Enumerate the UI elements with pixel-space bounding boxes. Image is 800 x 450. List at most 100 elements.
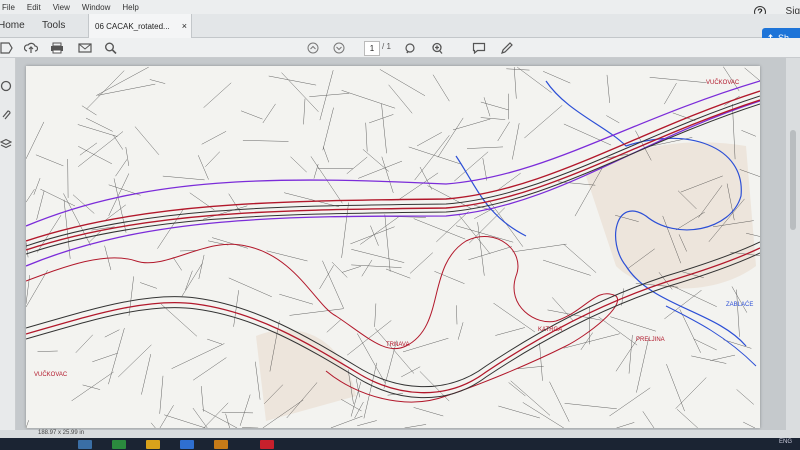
scrollbar-thumb[interactable] — [790, 130, 796, 230]
taskbar-app-icon[interactable] — [78, 440, 92, 449]
parcel-boundary — [113, 178, 127, 233]
search-icon[interactable] — [104, 42, 118, 54]
parcel-boundary — [201, 131, 227, 145]
parcel-boundary — [457, 322, 464, 340]
parcel-boundary — [346, 156, 368, 174]
taskbar-app-icon[interactable] — [112, 440, 126, 449]
menu-file[interactable]: File — [2, 3, 15, 12]
pen-icon[interactable] — [500, 42, 514, 54]
parcel-boundary — [723, 339, 752, 349]
taskbar-app-icon[interactable] — [214, 440, 228, 449]
bookmark-icon[interactable] — [0, 42, 14, 54]
parcel-boundary — [456, 305, 458, 325]
parcel-boundary — [233, 290, 239, 327]
parcel-boundary — [549, 381, 570, 422]
page-thumbnails-icon[interactable] — [0, 80, 12, 92]
upload-icon[interactable] — [24, 42, 38, 54]
document-page[interactable]: VUČKOVAC VUČKOVAC TRNAVA KATRGA PRELJINA… — [26, 66, 760, 428]
parcel-boundary — [347, 320, 392, 356]
tab-home[interactable]: Home — [0, 20, 25, 31]
parcel-boundary — [203, 402, 229, 428]
parcel-boundary — [319, 70, 334, 121]
parcel-boundary — [636, 337, 649, 393]
parcel-boundary — [134, 126, 160, 155]
parcel-boundary — [401, 366, 421, 378]
parcel-boundary — [642, 411, 655, 428]
parcel-boundary — [128, 276, 134, 316]
email-icon[interactable] — [78, 42, 92, 54]
parcel-boundary — [609, 387, 651, 417]
parcel-boundary — [362, 149, 389, 172]
parcel-boundary — [434, 271, 465, 284]
parcel-boundary — [564, 403, 617, 410]
parcel-boundary — [159, 405, 174, 428]
page-number-input[interactable]: 1 — [364, 41, 380, 56]
parcel-boundary — [496, 172, 521, 192]
parcel-boundary — [125, 146, 130, 166]
parcel-boundary — [35, 154, 64, 167]
taskbar-app-icon[interactable] — [146, 440, 160, 449]
zoom-select-icon[interactable] — [404, 42, 418, 54]
parcel-boundary — [691, 355, 727, 364]
parcel-boundary — [81, 105, 97, 116]
parcel-boundary — [200, 386, 204, 412]
parcel-boundary — [115, 159, 128, 177]
language-indicator[interactable]: ENG — [779, 439, 792, 445]
parcel-boundary — [524, 105, 563, 139]
parcel-boundary — [736, 389, 754, 405]
map-label: ZABLAĆE — [726, 301, 753, 308]
layers-icon[interactable] — [0, 138, 12, 150]
parcel-boundary — [358, 160, 403, 179]
parcel-boundary — [455, 225, 514, 243]
parcel-boundary — [331, 261, 348, 278]
parcel-boundary — [369, 114, 394, 124]
parcel-boundary — [517, 66, 552, 93]
parcel-boundary — [341, 90, 396, 109]
parcel-boundary — [497, 121, 510, 142]
parcel-boundary — [606, 74, 610, 103]
parcel-boundary — [255, 361, 261, 400]
parcel-boundary — [480, 101, 509, 111]
parcel-boundary — [313, 164, 319, 179]
parcel-boundary — [743, 421, 756, 428]
menu-help[interactable]: Help — [122, 3, 138, 12]
comment-icon[interactable] — [472, 42, 486, 54]
parcel-boundary — [290, 156, 307, 173]
taskbar-app-icon[interactable] — [180, 440, 194, 449]
parcel-boundary — [33, 178, 41, 195]
parcel-boundary — [179, 250, 196, 252]
parcel-boundary — [322, 107, 334, 151]
parcel-boundary — [616, 422, 635, 428]
toolbar — [0, 38, 800, 58]
parcel-boundary — [468, 246, 512, 261]
vertical-scrollbar[interactable] — [786, 58, 800, 430]
parcel-boundary — [360, 215, 401, 245]
attachment-icon[interactable] — [0, 108, 12, 120]
parcel-boundary — [303, 98, 306, 125]
previous-page-icon[interactable] — [306, 42, 320, 54]
tab-tools[interactable]: Tools — [42, 20, 65, 31]
close-tab-icon[interactable]: × — [182, 21, 187, 31]
parcel-boundary — [149, 79, 166, 84]
parcel-boundary — [172, 256, 182, 271]
next-page-icon[interactable] — [332, 42, 346, 54]
parcel-boundary — [351, 249, 405, 263]
taskbar-app-icon[interactable] — [260, 440, 274, 449]
parcel-boundary — [78, 146, 113, 165]
parcel-boundary — [437, 117, 464, 158]
menu-bar: File Edit View Window Help — [0, 0, 800, 14]
parcel-boundary — [397, 172, 439, 201]
zoom-in-icon[interactable] — [430, 42, 444, 54]
parcel-boundary — [341, 399, 362, 412]
parcel-boundary — [723, 66, 740, 92]
parcel-boundary — [97, 83, 156, 96]
tab-document[interactable]: 06 CACAK_rotated... × — [88, 14, 192, 38]
menu-view[interactable]: View — [53, 3, 70, 12]
print-icon[interactable] — [50, 42, 64, 54]
menu-window[interactable]: Window — [82, 3, 110, 12]
parcel-boundary — [510, 380, 551, 416]
menu-edit[interactable]: Edit — [27, 3, 41, 12]
parcel-boundary — [78, 131, 124, 167]
map-label: VUČKOVAC — [34, 371, 68, 378]
parcel-boundary — [342, 266, 361, 273]
